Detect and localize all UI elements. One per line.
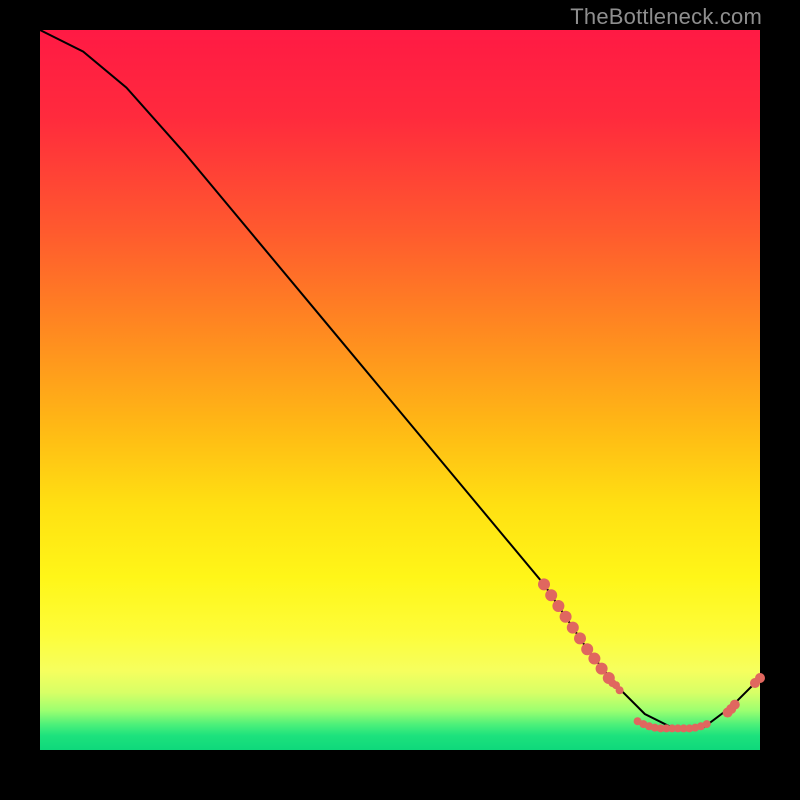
marker-dot [552, 600, 564, 612]
chart-svg [40, 30, 760, 750]
marker-layer [538, 578, 765, 732]
marker-dot [703, 720, 711, 728]
marker-dot [567, 622, 579, 634]
chart-stage: TheBottleneck.com [0, 0, 800, 800]
marker-dot [545, 589, 557, 601]
marker-dot [616, 686, 624, 694]
marker-dot [574, 632, 586, 644]
marker-dot [588, 653, 600, 665]
marker-dot [560, 611, 572, 623]
plot-area [40, 30, 760, 750]
marker-dot [755, 673, 765, 683]
watermark-label: TheBottleneck.com [570, 4, 762, 30]
marker-dot [538, 578, 550, 590]
marker-dot [730, 700, 740, 710]
curve-line [40, 30, 760, 728]
